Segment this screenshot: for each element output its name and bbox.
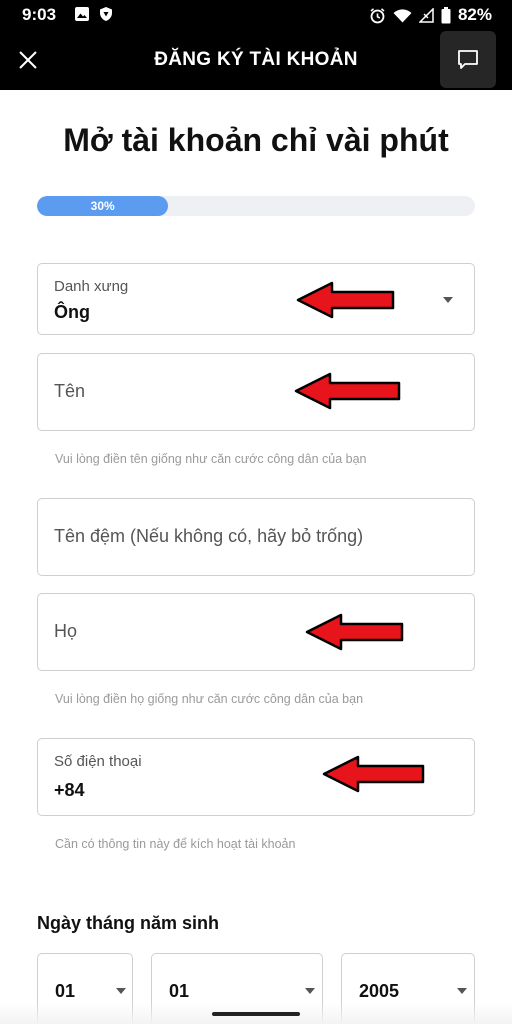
first-name-placeholder: Tên [54, 381, 86, 401]
home-indicator[interactable] [212, 1012, 300, 1016]
wifi-icon [393, 8, 412, 22]
chevron-down-icon [305, 988, 315, 994]
middle-name-field[interactable]: Tên đệm (Nếu không có, hãy bỏ trống) [37, 498, 475, 576]
annotation-arrow-icon [296, 281, 395, 319]
alarm-icon [370, 7, 385, 23]
salutation-label: Danh xưng [54, 278, 129, 295]
salutation-select[interactable]: Danh xưng Ông [37, 263, 475, 335]
phone-label: Số điện thoại [54, 753, 142, 770]
annotation-arrow-icon [305, 613, 404, 651]
shield-icon [100, 7, 112, 21]
page-header-title: ĐĂNG KÝ TÀI KHOẢN [154, 49, 358, 70]
last-name-helper: Vui lòng điền họ giống như căn cước công… [55, 692, 364, 706]
annotation-arrow-icon [322, 755, 425, 793]
page-title: Mở tài khoản chỉ vài phút [63, 122, 449, 158]
last-name-field[interactable]: Họ [37, 593, 475, 671]
phone-prefix: +84 [54, 780, 85, 800]
status-left-icons [74, 6, 114, 22]
status-time: 9:03 [22, 5, 57, 24]
chevron-down-icon [443, 297, 453, 303]
last-name-placeholder: Họ [54, 621, 78, 641]
chevron-down-icon [116, 988, 126, 994]
chevron-down-icon [457, 988, 467, 994]
phone-helper: Cần có thông tin này để kích hoạt tài kh… [55, 837, 296, 851]
progress-bar: 30% [37, 196, 475, 216]
progress-label: 30% [90, 199, 115, 213]
dob-month-value: 01 [169, 981, 190, 1001]
middle-name-placeholder: Tên đệm (Nếu không có, hãy bỏ trống) [54, 526, 364, 546]
annotation-arrow-icon [294, 372, 401, 410]
battery-icon [441, 6, 451, 23]
signal-icon [418, 7, 434, 23]
dob-day-value: 01 [55, 981, 76, 1001]
progress-fill: 30% [37, 196, 169, 216]
dob-title: Ngày tháng năm sinh [37, 913, 220, 933]
status-right: 82% [369, 5, 492, 25]
status-bar: 9:03 82% [0, 0, 512, 30]
first-name-field[interactable]: Tên [37, 353, 475, 431]
dob-year-value: 2005 [359, 981, 400, 1001]
chat-icon [458, 49, 478, 69]
top-bar: ĐĂNG KÝ TÀI KHOẢN [0, 30, 512, 90]
image-icon [75, 7, 89, 21]
salutation-value: Ông [54, 302, 90, 322]
battery-percent: 82% [457, 5, 492, 24]
chat-button[interactable] [440, 31, 496, 88]
first-name-helper: Vui lòng điền tên giống như căn cước côn… [55, 452, 367, 466]
